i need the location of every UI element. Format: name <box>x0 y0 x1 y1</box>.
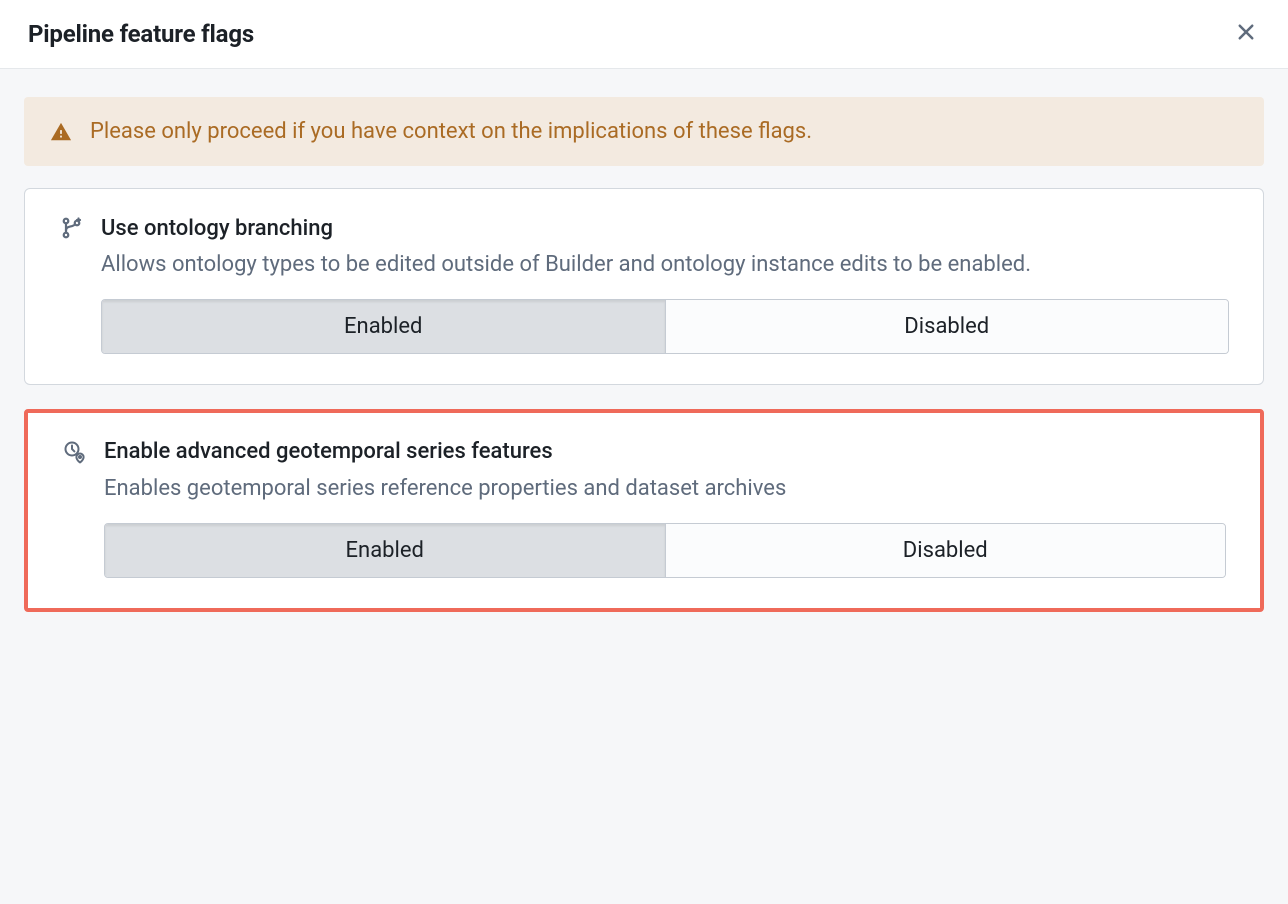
flag-title: Use ontology branching <box>101 216 333 241</box>
segment-disabled[interactable]: Disabled <box>665 300 1229 353</box>
warning-text: Please only proceed if you have context … <box>90 119 812 144</box>
dialog-header: Pipeline feature flags <box>0 0 1288 69</box>
warning-icon <box>50 121 72 143</box>
segment-enabled[interactable]: Enabled <box>102 300 665 353</box>
segment-disabled[interactable]: Disabled <box>665 524 1226 577</box>
flag-title: Enable advanced geotemporal series featu… <box>104 439 553 464</box>
segmented-control: Enabled Disabled <box>101 299 1229 354</box>
close-button[interactable] <box>1232 20 1260 48</box>
segment-enabled[interactable]: Enabled <box>105 524 665 577</box>
close-icon <box>1236 22 1256 46</box>
flag-description: Allows ontology types to be edited outsi… <box>101 249 1229 281</box>
flag-header: Enable advanced geotemporal series featu… <box>62 439 1226 465</box>
flag-card-geotemporal: Enable advanced geotemporal series featu… <box>24 409 1264 612</box>
flag-description: Enables geotemporal series reference pro… <box>104 473 1226 505</box>
flag-card-ontology-branching: Use ontology branching Allows ontology t… <box>24 188 1264 385</box>
dialog-title: Pipeline feature flags <box>28 20 254 48</box>
geotemporal-icon <box>62 439 88 465</box>
flag-header: Use ontology branching <box>59 215 1229 241</box>
branch-icon <box>59 215 85 241</box>
segmented-control: Enabled Disabled <box>104 523 1226 578</box>
dialog-content: Please only proceed if you have context … <box>0 69 1288 664</box>
warning-banner: Please only proceed if you have context … <box>24 97 1264 166</box>
